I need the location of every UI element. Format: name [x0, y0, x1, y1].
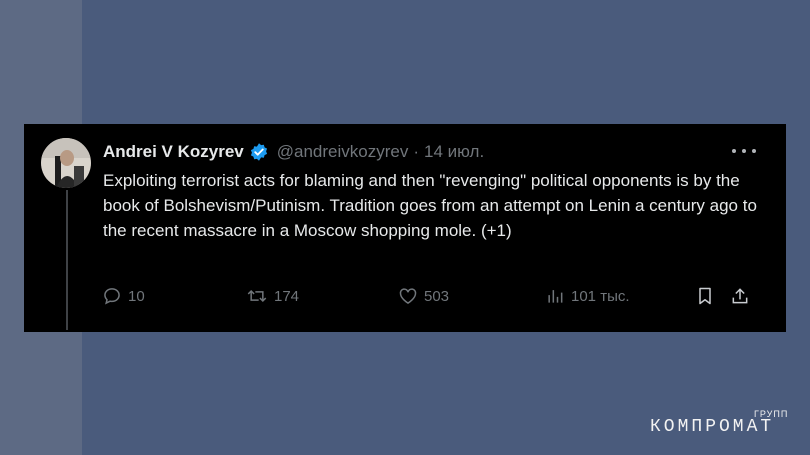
tweet-card: Andrei V Kozyrev @andreivkozyrev · 14 ию… [24, 124, 786, 332]
reply-icon [104, 288, 120, 305]
header-separator: · [413, 142, 420, 161]
views-icon [548, 290, 563, 303]
tweet-text: Exploiting terrorist acts for blaming an… [103, 171, 757, 240]
views-count: 101 тыс. [571, 287, 630, 305]
tweet-actions: 10 174 503 101 тыс. [102, 284, 762, 308]
retweet-button[interactable]: 174 [246, 284, 299, 308]
watermark-logo: КОМПРОМАТ [650, 417, 775, 437]
tweet-date[interactable]: 14 июл. [424, 142, 484, 162]
retweet-count: 174 [274, 287, 300, 305]
reply-button[interactable]: 10 [102, 284, 145, 308]
thread-line [66, 190, 68, 330]
tweet-header: Andrei V Kozyrev @andreivkozyrev · 14 ию… [103, 141, 484, 163]
heart-icon [399, 288, 417, 304]
like-button[interactable]: 503 [398, 284, 449, 308]
author-handle[interactable]: @andreivkozyrev [277, 142, 409, 162]
avatar[interactable] [41, 138, 91, 188]
share-icon [732, 288, 748, 304]
views-button[interactable]: 101 тыс. [545, 284, 630, 308]
more-icon[interactable] [732, 143, 756, 159]
retweet-icon [247, 289, 267, 303]
verified-badge-icon [249, 142, 269, 162]
share-button[interactable] [730, 284, 756, 308]
bookmark-icon [699, 287, 711, 305]
bookmark-button[interactable] [695, 284, 721, 308]
like-count: 503 [424, 287, 450, 305]
reply-count: 10 [128, 287, 145, 305]
author-name[interactable]: Andrei V Kozyrev [103, 142, 244, 162]
